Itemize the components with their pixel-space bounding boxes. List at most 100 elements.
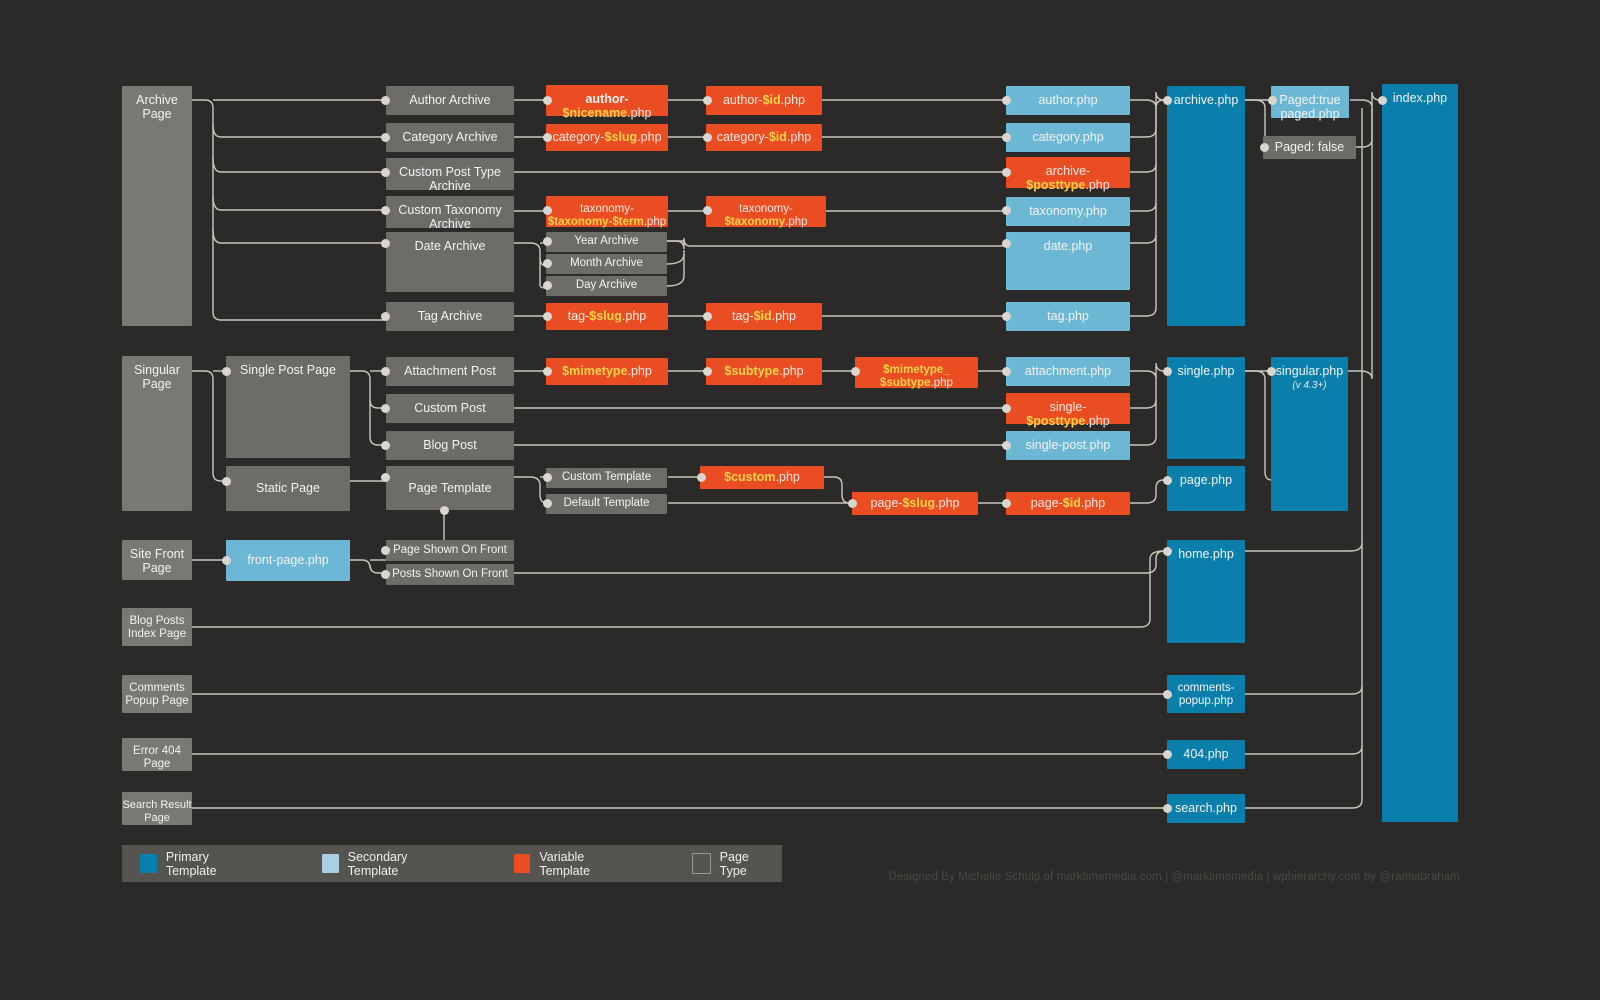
legend-item-variable-template: Variable Template [513, 849, 627, 878]
node-label: $mimetype.php [562, 364, 652, 379]
node-label: $subtype.php [724, 364, 804, 379]
node-category-slug-php[interactable]: category-$slug.php [546, 124, 668, 151]
node-page-shown-on-front[interactable]: Page Shown On Front [386, 540, 514, 561]
node-label: tag.php [1047, 309, 1089, 324]
node-author-id-php[interactable]: author-$id.php [706, 86, 822, 115]
connector-dot [543, 281, 552, 290]
node-label: category-$slug.php [552, 130, 662, 145]
node-default-template[interactable]: Default Template [546, 494, 667, 514]
legend-swatch-primary-icon [140, 854, 157, 873]
node-search-result-page[interactable]: Search Result Page [122, 792, 192, 825]
template-hierarchy-diagram: Archive Page Author Archive Category Arch… [0, 0, 1600, 1000]
node-singular-php[interactable]: singular.php (v 4.3+) [1271, 357, 1348, 511]
connector-dot [703, 367, 712, 376]
node-month-archive[interactable]: Month Archive [546, 254, 667, 274]
connector-dot [381, 206, 390, 215]
node-author-php[interactable]: author.php [1006, 86, 1130, 115]
node-taxonomy-taxonomy-php[interactable]: taxonomy- $taxonomy.php [706, 196, 826, 229]
node-paged-false[interactable]: Paged: false [1263, 136, 1356, 159]
node-index-php[interactable]: index.php [1382, 84, 1458, 822]
node-taxonomy-term-php[interactable]: taxonomy- $taxonomy-$term.php [546, 196, 668, 228]
node-label: single- $posttype.php [1026, 400, 1110, 429]
node-custom-post-type-archive[interactable]: Custom Post Type Archive [386, 158, 514, 193]
node-404-php[interactable]: 404.php [1167, 740, 1245, 769]
connector-dot [381, 570, 390, 579]
node-page-id-php[interactable]: page-$id.php [1006, 492, 1130, 515]
node-single-php[interactable]: single.php [1167, 357, 1245, 459]
node-paged-true[interactable]: Paged:true paged.php [1271, 86, 1349, 121]
node-search-php[interactable]: search.php [1167, 794, 1245, 823]
connector-dot [697, 473, 706, 482]
node-subtype-php[interactable]: $subtype.php [706, 358, 822, 385]
node-date-archive[interactable]: Date Archive [386, 232, 514, 292]
node-author-archive[interactable]: Author Archive [386, 86, 514, 115]
legend-item-page-type: Page Type [691, 850, 772, 878]
node-year-archive[interactable]: Year Archive [546, 232, 667, 252]
node-archive-php[interactable]: archive.php [1167, 86, 1245, 326]
node-comments-popup-page[interactable]: Comments Popup Page [122, 675, 192, 713]
node-category-archive[interactable]: Category Archive [386, 123, 514, 152]
node-label: comments-popup.php [1177, 682, 1235, 708]
node-site-front-page[interactable]: Site Front Page [122, 540, 192, 580]
node-label: taxonomy- $taxonomy.php [724, 203, 808, 229]
node-tag-slug-php[interactable]: tag-$slug.php [546, 303, 668, 330]
node-day-archive[interactable]: Day Archive [546, 276, 667, 296]
legend-label: Variable Template [539, 849, 591, 878]
connector-dot [1163, 476, 1172, 485]
node-label: Page Shown On Front [393, 543, 507, 556]
legend-label: Primary Template [165, 849, 217, 878]
node-custom-template[interactable]: Custom Template [546, 468, 667, 488]
node-label: archive- $posttype.php [1026, 164, 1110, 193]
node-blog-post[interactable]: Blog Post [386, 431, 514, 460]
connector-dot [1378, 96, 1387, 105]
node-blog-posts-index-page[interactable]: Blog Posts Index Page [122, 608, 192, 646]
connector-dot [222, 477, 231, 486]
node-category-php[interactable]: category.php [1006, 123, 1130, 152]
node-static-page[interactable]: Static Page [226, 466, 350, 511]
node-label: category-$id.php [716, 130, 812, 145]
node-front-page-php[interactable]: front-page.php [226, 540, 350, 581]
connector-dot [381, 96, 390, 105]
node-archive-posttype-php[interactable]: archive- $posttype.php [1006, 157, 1130, 192]
node-label: Category Archive [402, 130, 498, 145]
node-custom-post[interactable]: Custom Post [386, 394, 514, 423]
node-mimetype-php[interactable]: $mimetype.php [546, 358, 668, 385]
node-taxonomy-php[interactable]: taxonomy.php [1006, 197, 1130, 226]
node-mimetype-subtype-php[interactable]: $mimetype_ $subtype.php [855, 357, 978, 389]
node-date-php[interactable]: date.php [1006, 232, 1130, 290]
node-error-404-page[interactable]: Error 404 Page [122, 738, 192, 771]
node-page-template[interactable]: Page Template [386, 466, 514, 510]
node-category-id-php[interactable]: category-$id.php [706, 124, 822, 151]
node-single-post-php[interactable]: single-post.php [1006, 431, 1130, 460]
connector-dot [543, 206, 552, 215]
node-label: Custom Post Type Archive [399, 165, 501, 194]
node-page-slug-php[interactable]: page-$slug.php [852, 492, 978, 515]
node-archive-page[interactable]: Archive Page [122, 86, 192, 326]
node-label: archive.php [1173, 93, 1239, 107]
node-home-php[interactable]: home.php [1167, 540, 1245, 643]
node-attachment-php[interactable]: attachment.php [1006, 357, 1130, 386]
node-posts-shown-on-front[interactable]: Posts Shown On Front [386, 564, 514, 585]
node-label: Blog Posts Index Page [127, 615, 187, 641]
node-comments-popup-php[interactable]: comments-popup.php [1167, 675, 1245, 713]
legend-swatch-variable-icon [513, 854, 531, 873]
node-label: 404.php [1183, 747, 1229, 762]
node-custom-taxonomy-archive[interactable]: Custom Taxonomy Archive [386, 196, 514, 231]
connector-dot [1163, 367, 1172, 376]
connector-dot [381, 133, 390, 142]
node-single-post-page[interactable]: Single Post Page [226, 356, 350, 458]
node-label: page-$id.php [1030, 496, 1106, 511]
node-tag-php[interactable]: tag.php [1006, 302, 1130, 331]
node-author-nicename-php[interactable]: author- $nicename.php [546, 85, 668, 120]
legend: Primary Template Secondary Template Vari… [122, 845, 782, 882]
node-label: author-$id.php [722, 93, 805, 108]
node-label: Site Front Page [129, 547, 185, 576]
node-attachment-post[interactable]: Attachment Post [386, 357, 514, 386]
node-page-php[interactable]: page.php [1167, 466, 1245, 511]
node-tag-id-php[interactable]: tag-$id.php [706, 303, 822, 330]
node-tag-archive[interactable]: Tag Archive [386, 302, 514, 331]
node-custom-php[interactable]: $custom.php [700, 466, 824, 489]
node-label: Tag Archive [417, 309, 483, 324]
node-single-posttype-php[interactable]: single- $posttype.php [1006, 393, 1130, 428]
node-singular-page[interactable]: Singular Page [122, 356, 192, 511]
